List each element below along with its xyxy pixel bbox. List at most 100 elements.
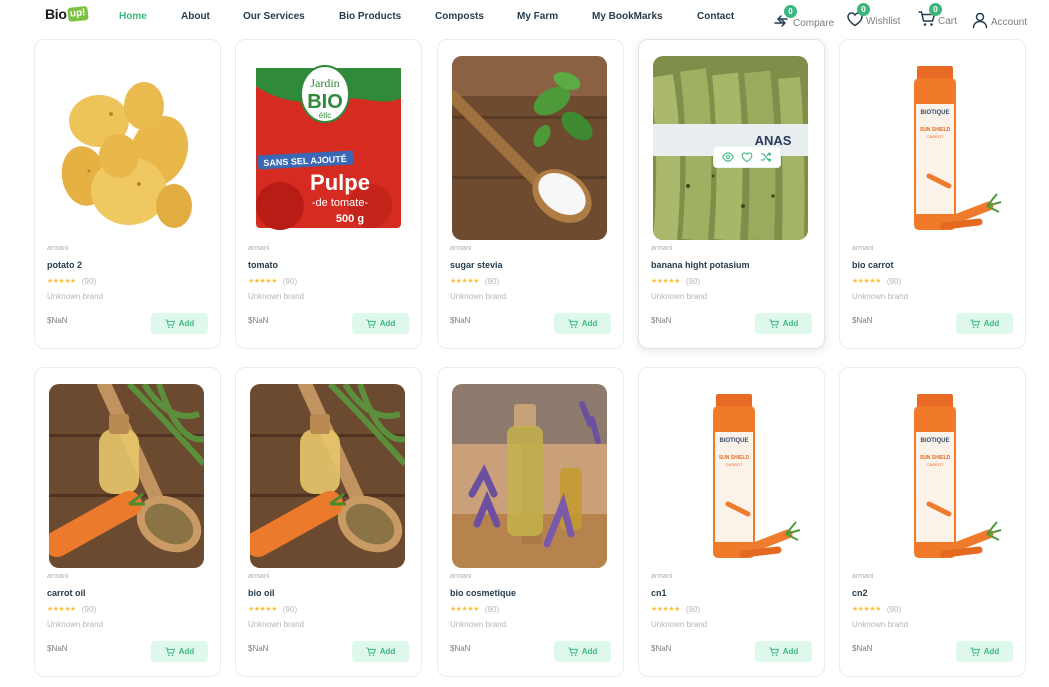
product-name[interactable]: bio oil	[248, 588, 275, 598]
site-header: Bio up! Home About Our Services Bio Prod…	[0, 0, 1049, 36]
product-card[interactable]: ANAS armani banana hight potasium ★★★★★ …	[638, 39, 825, 349]
product-card[interactable]: BIOTIQUE SUN SHIELD CARROT armani cn1 ★★…	[638, 367, 825, 677]
rating-count: (90)	[484, 277, 500, 286]
add-to-cart-button[interactable]: Add	[151, 313, 208, 334]
star-rating-icon: ★★★★★	[852, 606, 881, 613]
sunscreen-brand-text: BIOTIQUE	[920, 110, 949, 116]
cart-icon	[970, 319, 980, 328]
product-image-carrot-oil[interactable]	[49, 384, 204, 568]
user-icon	[971, 11, 989, 29]
tomato-box-product: Pulpe	[310, 170, 370, 195]
account-button[interactable]: Account	[971, 11, 1027, 29]
product-image-potatoes[interactable]	[49, 56, 204, 240]
add-to-cart-button[interactable]: Add	[755, 313, 812, 334]
nav-link-our-services[interactable]: Our Services	[243, 11, 305, 22]
product-image-sunscreen[interactable]: BIOTIQUE SUN SHIELD CARROT	[854, 56, 1009, 240]
product-card[interactable]: armani sugar stevia ★★★★★ (90) Unknown b…	[437, 39, 624, 349]
product-card[interactable]: Jardin BIO étic SANS SEL AJOUTÉ Pulpe -d…	[235, 39, 422, 349]
product-card[interactable]: BIOTIQUE SUN SHIELD CARROT armani cn2 ★★…	[839, 367, 1026, 677]
product-brand: Unknown brand	[651, 620, 708, 629]
product-rating: ★★★★★ (90)	[651, 277, 700, 286]
product-card[interactable]: armani bio oil ★★★★★ (90) Unknown brand …	[235, 367, 422, 677]
product-name[interactable]: potato 2	[47, 260, 82, 270]
tomato-box-brand-sub: étic	[319, 111, 331, 120]
product-image-sunscreen[interactable]: BIOTIQUE SUN SHIELD CARROT	[854, 384, 1009, 568]
cart-icon	[769, 319, 779, 328]
rating-count: (90)	[282, 605, 298, 614]
add-to-cart-button[interactable]: Add	[352, 313, 409, 334]
product-category: armani	[852, 245, 874, 252]
nav-link-my-farm[interactable]: My Farm	[517, 11, 558, 22]
rating-count: (90)	[81, 277, 97, 286]
site-logo[interactable]: Bio up!	[45, 5, 88, 23]
product-image-green-bananas[interactable]: ANAS	[653, 56, 808, 240]
cart-count: 0	[929, 3, 942, 16]
compare-icon: 0	[773, 5, 797, 30]
product-name[interactable]: carrot oil	[47, 588, 86, 598]
product-price: $NaN	[450, 316, 471, 325]
product-rating: ★★★★★ (90)	[450, 605, 499, 614]
product-image-tomato-pulp[interactable]: Jardin BIO étic SANS SEL AJOUTÉ Pulpe -d…	[250, 56, 405, 240]
cart-button[interactable]: 0 Cart	[918, 3, 957, 28]
rating-count: (90)	[685, 277, 701, 286]
nav-link-contact[interactable]: Contact	[697, 11, 734, 22]
product-card[interactable]: BIOTIQUE SUN SHIELD CARROT armani bio ca…	[839, 39, 1026, 349]
product-image-lavender-oil[interactable]	[452, 384, 607, 568]
product-price: $NaN	[47, 644, 68, 653]
product-image-carrot-oil[interactable]	[250, 384, 405, 568]
star-rating-icon: ★★★★★	[651, 278, 680, 285]
add-to-cart-button[interactable]: Add	[956, 641, 1013, 662]
product-rating: ★★★★★ (90)	[47, 605, 96, 614]
product-rating: ★★★★★ (90)	[852, 605, 901, 614]
add-to-cart-button[interactable]: Add	[956, 313, 1013, 334]
star-rating-icon: ★★★★★	[248, 606, 277, 613]
add-to-cart-button[interactable]: Add	[755, 641, 812, 662]
product-category: armani	[450, 573, 472, 580]
product-name[interactable]: banana hight potasium	[651, 260, 750, 270]
cart-icon	[769, 647, 779, 656]
product-price: $NaN	[47, 316, 68, 325]
product-name[interactable]: bio carrot	[852, 260, 894, 270]
compare-label: Compare	[793, 18, 835, 29]
product-image-sunscreen[interactable]: BIOTIQUE SUN SHIELD CARROT	[653, 384, 808, 568]
add-to-cart-button[interactable]: Add	[352, 641, 409, 662]
product-name[interactable]: cn1	[651, 588, 667, 598]
nav-link-home[interactable]: Home	[119, 11, 147, 22]
sunscreen-brand-text: BIOTIQUE	[719, 438, 748, 444]
nav-link-my-bookmarks[interactable]: My BookMarks	[592, 11, 663, 22]
rating-count: (90)	[282, 277, 298, 286]
heart-icon[interactable]	[741, 151, 753, 163]
add-button-label: Add	[379, 647, 396, 656]
product-price: $NaN	[852, 644, 873, 653]
product-brand: Unknown brand	[651, 292, 708, 301]
add-to-cart-button[interactable]: Add	[554, 641, 611, 662]
product-card[interactable]: armani bio cosmetique ★★★★★ (90) Unknown…	[437, 367, 624, 677]
product-image-stevia[interactable]	[452, 56, 607, 240]
cart-icon	[165, 319, 175, 328]
cart-icon	[970, 647, 980, 656]
product-name[interactable]: sugar stevia	[450, 260, 503, 270]
product-name[interactable]: bio cosmetique	[450, 588, 516, 598]
product-name[interactable]: cn2	[852, 588, 868, 598]
add-button-label: Add	[983, 647, 1000, 656]
nav-link-composts[interactable]: Composts	[435, 11, 484, 22]
product-name[interactable]: tomato	[248, 260, 278, 270]
product-category: armani	[651, 245, 673, 252]
add-to-cart-button[interactable]: Add	[151, 641, 208, 662]
product-brand: Unknown brand	[450, 620, 507, 629]
compare-button[interactable]: 0 Compare	[773, 5, 835, 30]
add-to-cart-button[interactable]: Add	[554, 313, 611, 334]
shuffle-icon[interactable]	[760, 151, 772, 163]
nav-link-about[interactable]: About	[181, 11, 210, 22]
rating-count: (90)	[685, 605, 701, 614]
wishlist-button[interactable]: 0 Wishlist	[846, 3, 900, 28]
product-category: armani	[47, 245, 69, 252]
eye-icon[interactable]	[721, 151, 734, 163]
product-card[interactable]: armani carrot oil ★★★★★ (90) Unknown bra…	[34, 367, 221, 677]
product-card[interactable]: armani potato 2 ★★★★★ (90) Unknown brand…	[34, 39, 221, 349]
logo-text: Bio	[45, 6, 67, 22]
nav-link-bio-products[interactable]: Bio Products	[339, 11, 401, 22]
product-price: $NaN	[248, 316, 269, 325]
star-rating-icon: ★★★★★	[248, 278, 277, 285]
sunscreen-line-text: SUN SHIELD	[719, 455, 750, 461]
